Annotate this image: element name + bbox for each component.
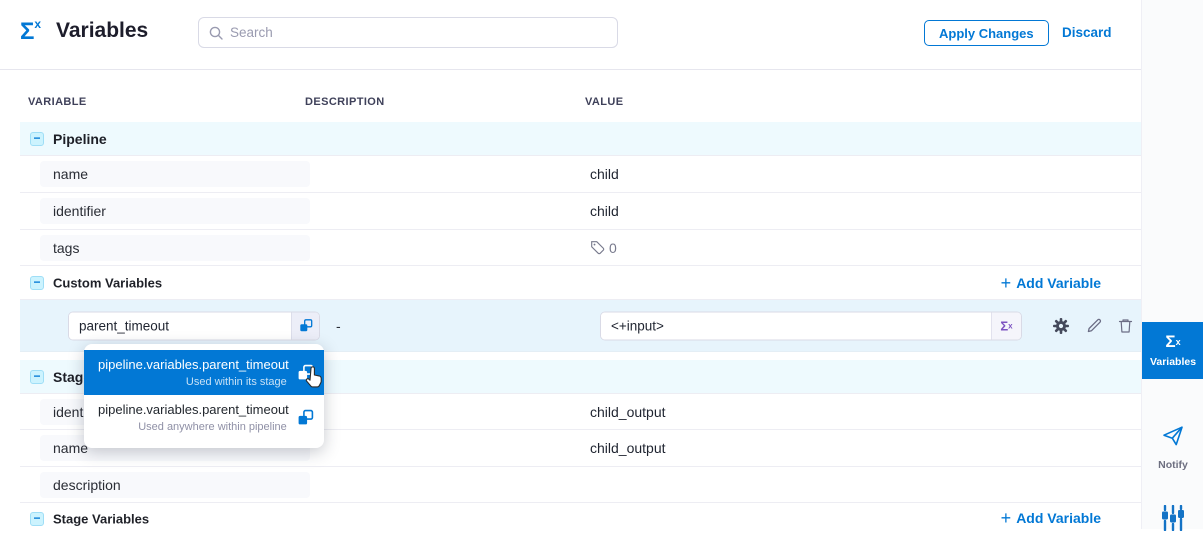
add-variable-link[interactable]: + Add Variable bbox=[1001, 510, 1101, 526]
delete-trash-icon[interactable] bbox=[1118, 318, 1133, 334]
sliders-icon bbox=[1161, 505, 1185, 536]
add-variable-link[interactable]: + Add Variable bbox=[1001, 275, 1101, 291]
collapse-minus-icon[interactable]: − bbox=[30, 512, 44, 526]
variable-label[interactable]: name bbox=[53, 166, 88, 182]
variable-label[interactable]: identifier bbox=[53, 203, 106, 219]
tags-count: 0 bbox=[609, 240, 617, 256]
edit-pencil-icon[interactable] bbox=[1086, 318, 1102, 334]
plus-icon: + bbox=[1001, 276, 1012, 290]
right-sidebar: Σx Variables Notify bbox=[1141, 0, 1203, 529]
page-title: Variables bbox=[56, 19, 148, 43]
variable-name-input[interactable] bbox=[69, 312, 291, 339]
copy-icon[interactable] bbox=[297, 409, 314, 426]
variable-value: child bbox=[590, 166, 619, 182]
subsection-row-stage-variables: − Stage Variables + Add Variable bbox=[20, 503, 1141, 529]
sidebar-item-notify[interactable]: Notify bbox=[1142, 424, 1203, 471]
runtime-input-sigma-icon[interactable]: Σx bbox=[991, 312, 1021, 339]
tags-value: 0 bbox=[590, 240, 617, 256]
search-box[interactable] bbox=[198, 17, 618, 48]
description-dash: - bbox=[336, 318, 341, 334]
variables-sigma-icon: Σx bbox=[20, 17, 41, 47]
panel-header: Σx Variables Apply Changes Discard bbox=[0, 0, 1141, 70]
column-header-value: VALUE bbox=[585, 96, 623, 108]
cursor-pointer-icon bbox=[303, 366, 325, 395]
variable-value: child_output bbox=[590, 440, 666, 456]
variable-reference-dropdown: pipeline.variables.parent_timeout Used w… bbox=[84, 344, 324, 448]
dropdown-item-title: pipeline.variables.parent_timeout bbox=[98, 357, 289, 372]
variable-name-input-group bbox=[68, 311, 320, 340]
copy-icon[interactable] bbox=[291, 312, 319, 339]
search-icon bbox=[209, 26, 223, 40]
section-label: Pipeline bbox=[53, 131, 107, 147]
settings-gear-icon[interactable] bbox=[1052, 317, 1070, 335]
variable-value-input-group: Σx bbox=[600, 311, 1022, 340]
collapse-minus-icon[interactable]: − bbox=[30, 132, 44, 146]
variable-label[interactable]: description bbox=[53, 477, 121, 493]
dropdown-item-subtitle: Used anywhere within pipeline bbox=[98, 421, 289, 433]
subsection-label: Stage Variables bbox=[53, 512, 149, 527]
section-row-pipeline: − Pipeline bbox=[20, 122, 1141, 156]
row-actions bbox=[1052, 317, 1133, 335]
search-input[interactable] bbox=[230, 25, 607, 40]
plus-icon: + bbox=[1001, 511, 1012, 525]
variable-value: child bbox=[590, 203, 619, 219]
variable-value-input[interactable] bbox=[601, 312, 991, 339]
column-header-variable: VARIABLE bbox=[28, 96, 87, 108]
dropdown-item-pipeline-scope[interactable]: pipeline.variables.parent_timeout Used a… bbox=[84, 395, 324, 440]
sidebar-item-variables[interactable]: Σx Variables bbox=[1142, 322, 1203, 379]
variable-label[interactable]: name bbox=[53, 440, 88, 456]
subsection-label: Custom Variables bbox=[53, 275, 162, 290]
apply-changes-button[interactable]: Apply Changes bbox=[924, 20, 1049, 46]
variables-sigma-icon: Σx bbox=[1165, 333, 1180, 351]
table-row-name: name child bbox=[20, 156, 1141, 193]
collapse-minus-icon[interactable]: − bbox=[30, 276, 44, 290]
variable-value: child_output bbox=[590, 404, 666, 420]
paper-plane-icon bbox=[1161, 424, 1185, 453]
table-row-stage-description: description bbox=[20, 467, 1141, 503]
variables-panel: Σx Variables Apply Changes Discard VARIA… bbox=[0, 0, 1203, 529]
table-row-identifier: identifier child bbox=[20, 193, 1141, 230]
tag-icon bbox=[590, 240, 605, 255]
dropdown-item-title: pipeline.variables.parent_timeout bbox=[98, 402, 289, 417]
sidebar-item-sliders[interactable] bbox=[1142, 505, 1203, 536]
column-header-description: DESCRIPTION bbox=[305, 96, 385, 108]
discard-link[interactable]: Discard bbox=[1062, 25, 1112, 40]
variable-label[interactable]: tags bbox=[53, 240, 79, 256]
label-stripe bbox=[40, 235, 310, 261]
dropdown-item-stage-scope[interactable]: pipeline.variables.parent_timeout Used w… bbox=[84, 350, 324, 395]
dropdown-item-subtitle: Used within its stage bbox=[98, 376, 289, 388]
subsection-row-custom-variables: − Custom Variables + Add Variable bbox=[20, 266, 1141, 300]
collapse-minus-icon[interactable]: − bbox=[30, 370, 44, 384]
table-row-tags: tags 0 bbox=[20, 230, 1141, 266]
